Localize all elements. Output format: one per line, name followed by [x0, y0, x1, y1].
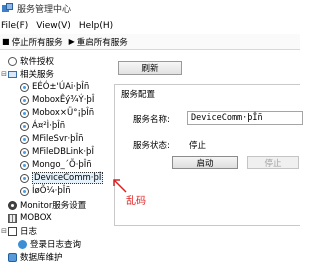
refresh-button[interactable]: 刷新 — [118, 61, 182, 75]
group-title: 服务配置 — [121, 88, 156, 100]
license-icon — [8, 56, 17, 66]
service-icon — [20, 147, 29, 157]
toolbar: ■ 停止所有服务 ▶ 重启所有服务 — [0, 34, 300, 50]
tree-item-monitor[interactable]: Monitor服务设置 — [8, 199, 86, 211]
restart-all-button[interactable]: ▶ 重启所有服务 — [69, 36, 128, 48]
tree-item-log-query[interactable]: 登录日志查询 — [18, 238, 81, 250]
service-icon — [20, 108, 29, 118]
tree-item-service-selected[interactable]: DeviceComm·þÎ — [20, 172, 104, 184]
service-label: ÍøÕ¼·þÎñ — [32, 186, 71, 196]
start-button[interactable]: 启动 — [172, 156, 238, 169]
tree-item-service[interactable]: MFileSvr·þÎñ — [20, 133, 83, 145]
stop-icon: ■ — [2, 37, 10, 46]
menu-help[interactable]: Help(H) — [79, 21, 113, 31]
service-icon — [20, 173, 29, 183]
tree-item-monitor-label: Monitor服务设置 — [20, 201, 87, 211]
menu-bar: File(F) View(V) Help(H) — [0, 18, 300, 33]
restart-all-label: 重启所有服务 — [76, 37, 128, 48]
tree-item-service[interactable]: EÉÓ±'ÚAi·þÎñ — [20, 81, 89, 93]
service-label: MFileDBLink·þÎ — [32, 147, 94, 157]
tree-item-service[interactable]: MoboxÊý¾Ý·þÎ — [20, 94, 94, 106]
restart-icon: ▶ — [68, 37, 75, 46]
service-label: Mobox×Ü°¡þÎñ — [32, 108, 95, 118]
user-icon — [18, 239, 27, 249]
tree-item-log-group-label: 日志 — [20, 227, 38, 237]
tree-item-mobox[interactable]: MOBOX — [8, 212, 52, 224]
service-label: EÉÓ±'ÚAi·þÎñ — [32, 82, 90, 92]
window-title: 服务管理中心 — [17, 5, 72, 15]
service-label: Á¤²Ì·þÎñ — [32, 121, 66, 131]
app-icon — [2, 3, 13, 14]
tree-item-service[interactable]: MFileDBLink·þÎ — [20, 146, 94, 158]
service-panel: 刷新 服务配置 服务名称: DeviceComm·þÎñ 服务状态: 停止 启动… — [112, 52, 303, 263]
service-icon — [20, 160, 29, 170]
service-icon — [20, 134, 29, 144]
tree-item-license-label: 软件授权 — [20, 57, 55, 67]
service-icon — [20, 95, 29, 105]
tree-item-log-group[interactable]: ⊟ 日志 — [0, 225, 37, 237]
annotation-text: 乱码 — [126, 196, 146, 207]
tree-item-log-query-label: 登录日志查询 — [30, 240, 82, 250]
menu-view[interactable]: View(V) — [36, 21, 71, 31]
mobox-icon — [8, 213, 17, 223]
service-icon — [20, 121, 29, 131]
service-label: Mongo_´Õ·þÎñ — [32, 160, 92, 170]
service-label: DeviceComm·þÎ — [32, 172, 104, 184]
tree-item-service[interactable]: Mobox×Ü°¡þÎñ — [20, 107, 94, 119]
log-icon — [8, 226, 17, 236]
tree-item-service[interactable]: Mongo_´Õ·þÎñ — [20, 159, 92, 171]
service-status-value: 停止 — [189, 141, 207, 151]
stop-all-label: 停止所有服务 — [11, 37, 63, 48]
tree-item-license[interactable]: 软件授权 — [8, 55, 54, 67]
collapse-icon[interactable]: ⊟ — [0, 70, 8, 78]
collapse-icon[interactable]: ⊟ — [0, 227, 8, 235]
database-icon — [8, 252, 17, 262]
computer-icon — [8, 70, 17, 78]
tree-item-services-group[interactable]: ⊟ 相关服务 — [0, 68, 54, 80]
tree-item-services-group-label: 相关服务 — [20, 70, 55, 80]
tree-item-db-maintenance-label: 数据库维护 — [20, 253, 63, 263]
service-status-label: 服务状态: — [133, 141, 170, 151]
service-name-label: 服务名称: — [133, 115, 170, 125]
garbled-text-annotation: 乱码 — [112, 178, 152, 207]
tree-item-service[interactable]: ÍøÕ¼·þÎñ — [20, 185, 71, 197]
title-bar: 服务管理中心 — [0, 0, 300, 17]
menu-file[interactable]: File(F) — [1, 21, 28, 31]
monitor-icon — [8, 200, 17, 210]
navigation-tree: 软件授权 ⊟ 相关服务 EÉÓ±'ÚAi·þÎñ MoboxÊý¾Ý·þÎ Mo… — [0, 52, 112, 263]
service-label: MFileSvr·þÎñ — [32, 134, 84, 144]
stop-button[interactable]: 停止 — [247, 156, 299, 169]
stop-all-button[interactable]: ■ 停止所有服务 — [2, 36, 63, 48]
tree-item-mobox-label: MOBOX — [20, 213, 52, 223]
service-icon — [20, 82, 29, 92]
service-label: MoboxÊý¾Ý·þÎ — [32, 95, 95, 105]
tree-item-db-maintenance[interactable]: 数据库维护 — [8, 251, 63, 263]
tree-item-service[interactable]: Á¤²Ì·þÎñ — [20, 120, 65, 132]
service-name-field[interactable]: DeviceComm·þÎñ — [187, 111, 303, 125]
service-icon — [20, 186, 29, 196]
